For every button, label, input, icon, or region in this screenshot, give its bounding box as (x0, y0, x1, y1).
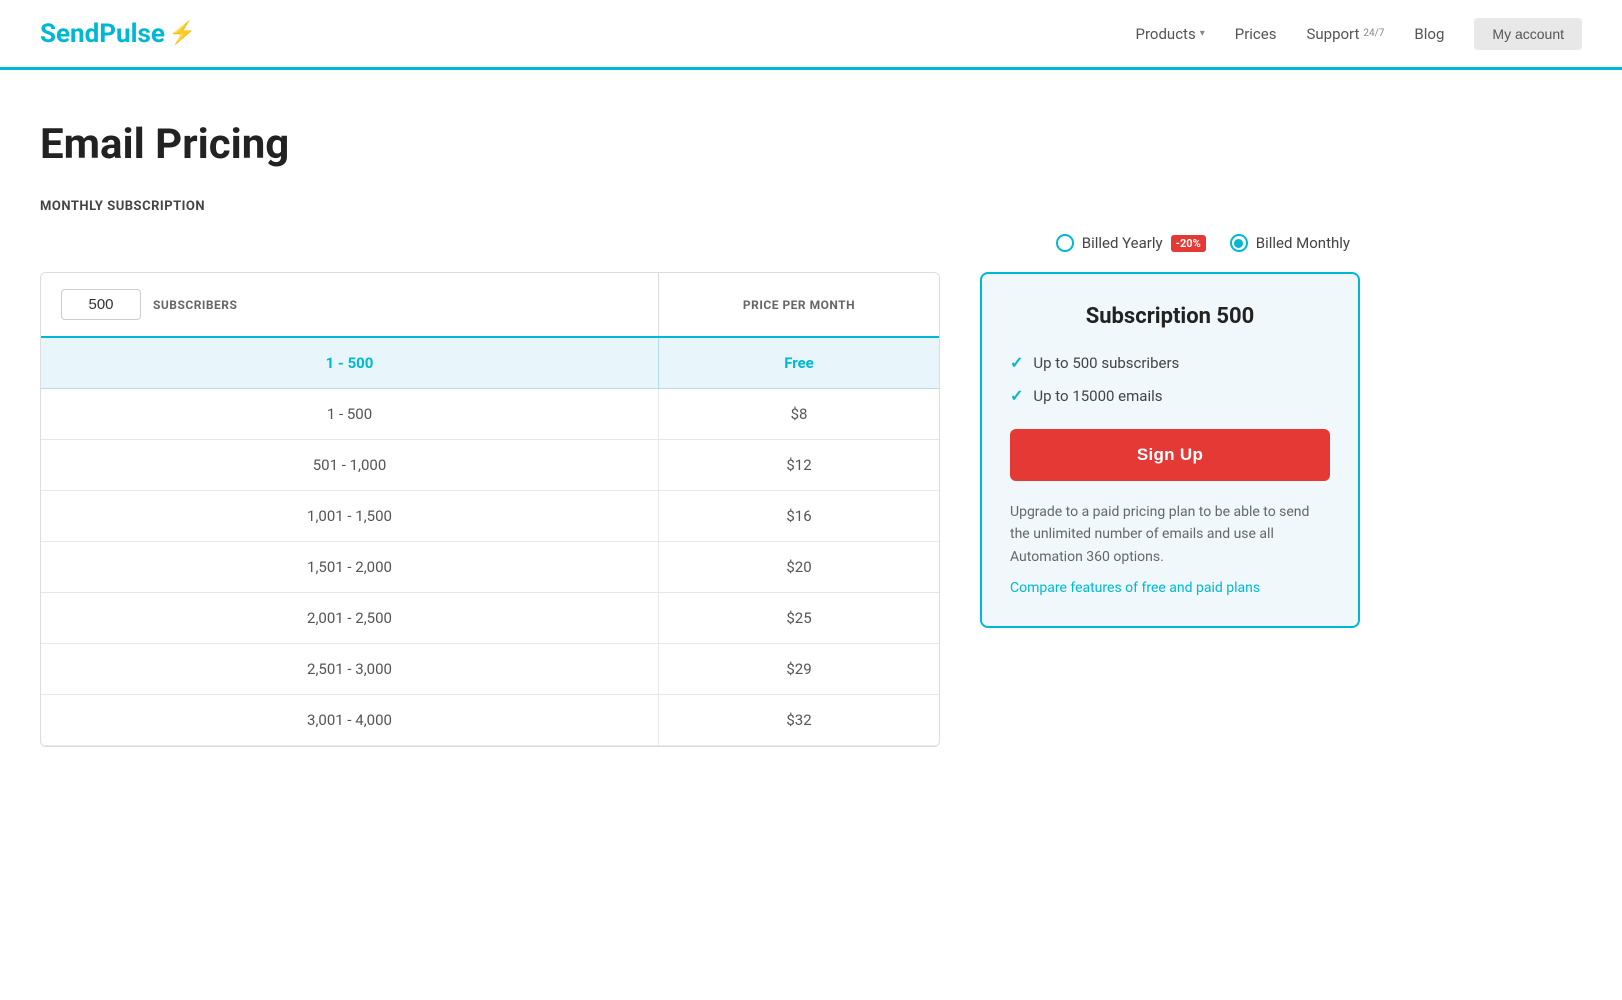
row-price: $29 (659, 644, 939, 694)
row-range: 1 - 500 (41, 338, 659, 388)
products-dropdown-arrow: ▾ (1200, 28, 1205, 39)
row-range: 3,001 - 4,000 (41, 695, 659, 745)
logo-text: SendPulse (40, 19, 165, 49)
nav-products[interactable]: Products ▾ (1136, 25, 1205, 43)
billing-yearly-option[interactable]: Billed Yearly -20% (1056, 234, 1206, 252)
row-price: Free (659, 338, 939, 388)
check-icon: ✓ (1010, 353, 1023, 372)
nav-blog[interactable]: Blog (1414, 25, 1444, 43)
subscription-card: Subscription 500 ✓ Up to 500 subscribers… (980, 272, 1360, 628)
table-row[interactable]: 2,501 - 3,000 $29 (41, 644, 939, 695)
my-account-button[interactable]: My account (1474, 18, 1582, 50)
main-nav: Products ▾ Prices Support24/7 Blog My ac… (1136, 18, 1582, 50)
feature-item: ✓ Up to 500 subscribers (1010, 353, 1330, 372)
table-row[interactable]: 3,001 - 4,000 $32 (41, 695, 939, 746)
table-scroll-area[interactable]: 1 - 500 Free 1 - 500 $8 501 - 1,000 $12 … (41, 338, 939, 746)
feature-text: Up to 15000 emails (1033, 387, 1162, 405)
site-header: SendPulse⚡ Products ▾ Prices Support24/7… (0, 0, 1622, 70)
table-row[interactable]: 1,001 - 1,500 $16 (41, 491, 939, 542)
table-row[interactable]: 2,001 - 2,500 $25 (41, 593, 939, 644)
row-price: $32 (659, 695, 939, 745)
page-content: Email Pricing MONTHLY SUBSCRIPTION Bille… (0, 70, 1400, 787)
row-range: 1 - 500 (41, 389, 659, 439)
price-col-label: PRICE PER MONTH (743, 298, 855, 312)
page-title: Email Pricing (40, 120, 1360, 169)
subscribers-col-label: SUBSCRIBERS (153, 298, 237, 312)
nav-support[interactable]: Support24/7 (1306, 25, 1384, 43)
row-range: 1,001 - 1,500 (41, 491, 659, 541)
billing-monthly-option[interactable]: Billed Monthly (1230, 234, 1350, 252)
nav-prices[interactable]: Prices (1235, 25, 1277, 43)
row-range: 2,501 - 3,000 (41, 644, 659, 694)
billing-monthly-label: Billed Monthly (1256, 234, 1350, 252)
table-row[interactable]: 1 - 500 $8 (41, 389, 939, 440)
check-icon: ✓ (1010, 386, 1023, 405)
row-price: $12 (659, 440, 939, 490)
support-superscript: 24/7 (1363, 28, 1384, 39)
row-range: 1,501 - 2,000 (41, 542, 659, 592)
table-row[interactable]: 1,501 - 2,000 $20 (41, 542, 939, 593)
subscribers-input[interactable] (61, 289, 141, 320)
feature-item: ✓ Up to 15000 emails (1010, 386, 1330, 405)
row-range: 2,001 - 2,500 (41, 593, 659, 643)
feature-text: Up to 500 subscribers (1033, 354, 1179, 372)
subscribers-column-header: SUBSCRIBERS (41, 273, 659, 336)
billing-yearly-radio[interactable] (1056, 234, 1074, 252)
signup-button[interactable]: Sign Up (1010, 429, 1330, 481)
table-row[interactable]: 1 - 500 Free (41, 338, 939, 389)
row-range: 501 - 1,000 (41, 440, 659, 490)
subscription-card-title: Subscription 500 (1010, 304, 1330, 329)
logo-icon: ⚡ (169, 21, 196, 46)
billing-yearly-label: Billed Yearly (1082, 234, 1163, 252)
feature-list: ✓ Up to 500 subscribers ✓ Up to 15000 em… (1010, 353, 1330, 405)
compare-link[interactable]: Compare features of free and paid plans (1010, 580, 1330, 596)
discount-badge: -20% (1171, 235, 1206, 252)
row-price: $8 (659, 389, 939, 439)
section-label: MONTHLY SUBSCRIPTION (40, 199, 1360, 214)
row-price: $16 (659, 491, 939, 541)
billing-monthly-radio[interactable] (1230, 234, 1248, 252)
pricing-table: SUBSCRIBERS PRICE PER MONTH 1 - 500 Free… (40, 272, 940, 747)
logo[interactable]: SendPulse⚡ (40, 19, 196, 49)
upgrade-text: Upgrade to a paid pricing plan to be abl… (1010, 501, 1330, 568)
table-header: SUBSCRIBERS PRICE PER MONTH (41, 273, 939, 338)
table-row[interactable]: 501 - 1,000 $12 (41, 440, 939, 491)
billing-toggle-row: Billed Yearly -20% Billed Monthly (40, 234, 1360, 252)
row-price: $25 (659, 593, 939, 643)
price-column-header: PRICE PER MONTH (659, 273, 939, 336)
row-price: $20 (659, 542, 939, 592)
main-layout: SUBSCRIBERS PRICE PER MONTH 1 - 500 Free… (40, 272, 1360, 747)
